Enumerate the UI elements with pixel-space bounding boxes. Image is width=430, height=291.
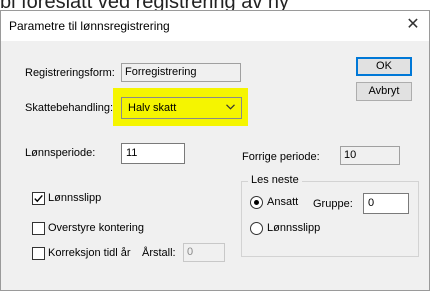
forrige-periode-field: 10 bbox=[340, 146, 400, 165]
ok-button[interactable]: OK bbox=[356, 57, 412, 76]
skattebehandling-select[interactable]: Halv skatt bbox=[121, 97, 242, 119]
lonnsslipp-checkbox-label[interactable]: Lønnsslipp bbox=[48, 192, 101, 204]
lonnsslipp-radio[interactable] bbox=[250, 222, 263, 235]
registreringsform-field: Forregistrering bbox=[121, 63, 241, 82]
dialog-title: Parametre til lønnsregistrering bbox=[9, 19, 170, 33]
arstall-label: Årstall: bbox=[142, 247, 176, 259]
lonnsslipp-radio-label[interactable]: Lønnsslipp bbox=[267, 222, 320, 234]
close-icon[interactable]: ✕ bbox=[401, 14, 425, 36]
forrige-periode-label: Forrige periode: bbox=[242, 151, 320, 163]
radio-selected-dot bbox=[254, 200, 259, 205]
checkmark-icon bbox=[34, 194, 43, 203]
registreringsform-label: Registreringsform: bbox=[25, 67, 115, 79]
les-neste-legend: Les neste bbox=[248, 174, 302, 186]
overstyre-kontering-checkbox[interactable] bbox=[32, 222, 45, 235]
ansatt-radio-label[interactable]: Ansatt bbox=[267, 196, 298, 208]
gruppe-label: Gruppe: bbox=[313, 198, 353, 210]
chevron-down-icon bbox=[226, 104, 235, 110]
avbryt-button[interactable]: Avbryt bbox=[356, 82, 412, 101]
lonnsperiode-input[interactable]: 11 bbox=[121, 143, 185, 164]
skattebehandling-value: Halv skatt bbox=[128, 102, 177, 114]
dialog-titlebar[interactable]: Parametre til lønnsregistrering ✕ bbox=[1, 11, 429, 41]
lonnsslipp-checkbox[interactable] bbox=[32, 192, 45, 205]
korreksjon-label[interactable]: Korreksjon tidl år bbox=[48, 247, 131, 259]
skattebehandling-label: Skattebehandling: bbox=[25, 102, 114, 114]
ansatt-radio[interactable] bbox=[250, 196, 263, 209]
gruppe-input[interactable]: 0 bbox=[363, 193, 409, 214]
overstyre-kontering-label[interactable]: Overstyre kontering bbox=[48, 222, 144, 234]
arstall-field: 0 bbox=[183, 243, 225, 262]
lonnsperiode-label: Lønnsperiode: bbox=[25, 147, 96, 159]
korreksjon-checkbox[interactable] bbox=[32, 247, 45, 260]
